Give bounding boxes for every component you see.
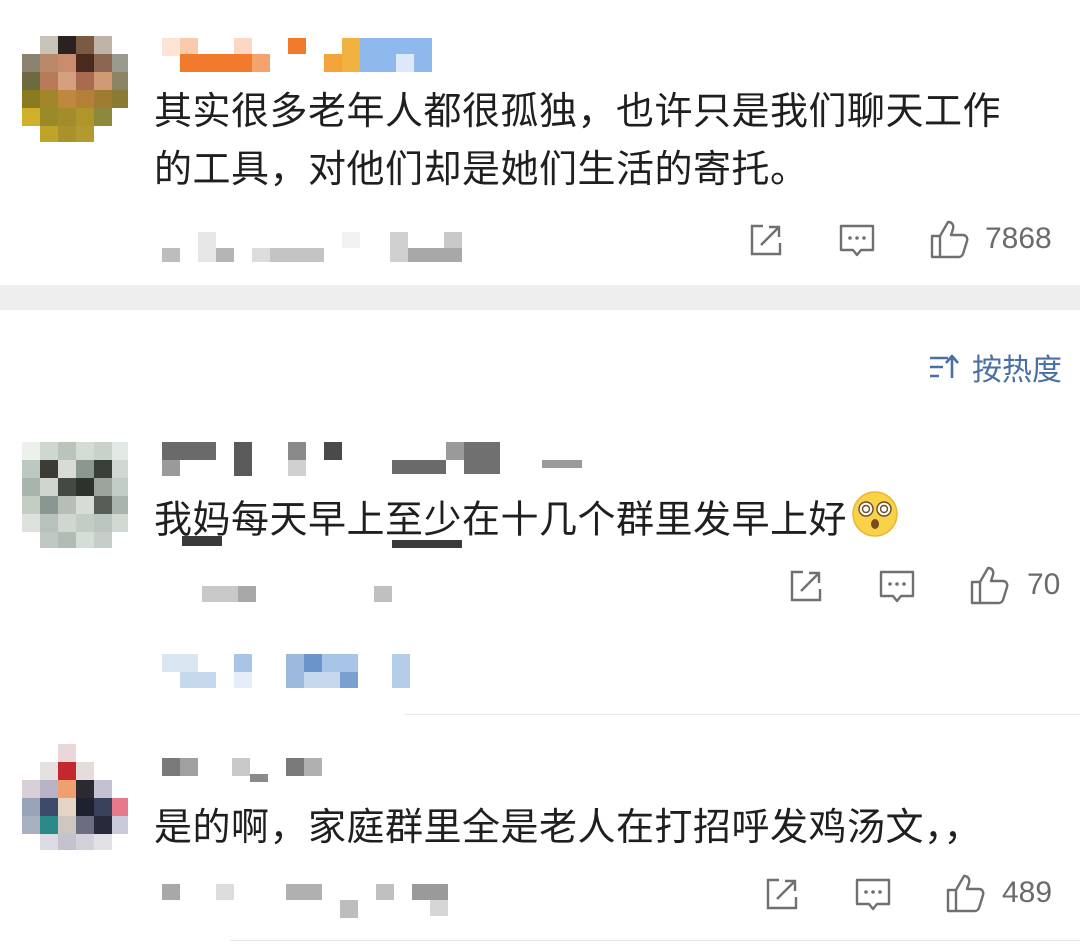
thumbs-up-icon — [946, 874, 985, 913]
comment-text-line: 是的啊，家庭群里全是老人在打招呼发鸡汤文，， — [154, 805, 983, 849]
share-button[interactable] — [748, 222, 784, 258]
share-button[interactable] — [788, 568, 824, 604]
comment-text-line: 我妈每天早上至少在十几个群里发早上好 — [154, 497, 848, 542]
sort-by-hot-button[interactable]: 按热度 — [928, 345, 1062, 389]
comment-icon — [855, 878, 891, 911]
comment-text: 其实很多老年人都很孤独，也许只是我们聊天工作 的工具，对他们却是她们生活的寄托。 — [154, 82, 1001, 198]
comment-icon — [879, 570, 915, 603]
comment-meta — [162, 232, 462, 262]
share-button[interactable] — [764, 876, 800, 912]
sort-icon — [930, 354, 959, 378]
reply-button[interactable] — [854, 876, 892, 914]
comment-text-line: 其实很多老年人都很孤独，也许只是我们聊天工作 — [154, 89, 1002, 133]
reply-button[interactable] — [838, 222, 876, 260]
comment-text-line: 的工具，对他们却是她们生活的寄托。 — [154, 147, 809, 191]
share-icon — [766, 878, 798, 910]
thumbs-up-icon — [970, 566, 1009, 605]
share-icon — [790, 570, 822, 602]
comment-divider — [230, 940, 1080, 941]
reply-button[interactable] — [878, 568, 916, 606]
comment-divider — [405, 714, 1080, 715]
reply-preview[interactable] — [162, 654, 412, 688]
share-icon — [750, 224, 782, 256]
like-button[interactable] — [928, 218, 970, 260]
avatar[interactable] — [22, 442, 128, 548]
section-divider — [0, 285, 1080, 310]
comment-icon — [839, 224, 875, 257]
like-count: 70 — [1027, 568, 1061, 601]
username[interactable] — [162, 758, 342, 792]
like-button[interactable] — [944, 872, 986, 914]
avatar[interactable] — [22, 744, 128, 850]
comment-meta — [162, 536, 472, 602]
sort-label: 按热度 — [972, 353, 1062, 388]
comment-text: 是的啊，家庭群里全是老人在打招呼发鸡汤文，， — [154, 798, 982, 856]
like-count: 489 — [1002, 876, 1053, 909]
like-count: 7868 — [985, 222, 1052, 255]
comment-meta — [162, 884, 462, 918]
username[interactable] — [162, 442, 592, 476]
dizzy-face-emoji — [851, 490, 899, 554]
thumbs-up-icon — [930, 220, 969, 259]
like-button[interactable] — [968, 564, 1010, 606]
avatar[interactable] — [22, 36, 128, 142]
username[interactable] — [162, 38, 432, 72]
